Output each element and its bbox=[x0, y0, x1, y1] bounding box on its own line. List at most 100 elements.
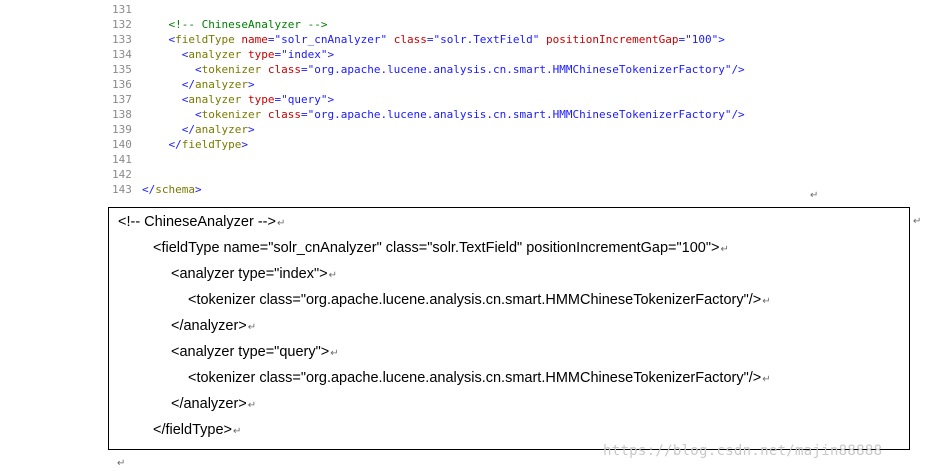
code-token: name bbox=[234, 33, 268, 46]
code-text-box: <!-- ChineseAnalyzer -->↵ <fieldType nam… bbox=[108, 207, 910, 450]
code-token: </ bbox=[142, 183, 156, 196]
code-text: </fieldType> bbox=[142, 138, 248, 151]
text-box-line: </analyzer>↵ bbox=[171, 396, 257, 412]
code-token: "org.apache.lucene.analysis.cn.smart.HMM… bbox=[307, 108, 732, 121]
code-line: 132 <!-- ChineseAnalyzer --> bbox=[112, 17, 327, 32]
code-token: class bbox=[261, 63, 301, 76]
paragraph-mark-icon: ↵ bbox=[328, 270, 337, 281]
line-number: 132 bbox=[112, 18, 132, 31]
code-token: = bbox=[300, 108, 308, 121]
paragraph-mark-icon: ↵ bbox=[762, 374, 771, 385]
line-number: 139 bbox=[112, 123, 132, 136]
paragraph-mark-icon: ↵ bbox=[720, 244, 729, 255]
paragraph-mark-icon: ↵ bbox=[247, 400, 257, 411]
code-line: 133 <fieldType name="solr_cnAnalyzer" cl… bbox=[112, 32, 725, 47]
code-token: "index" bbox=[281, 48, 328, 61]
watermark: https://blog.csdn.net/majin88888 bbox=[603, 443, 883, 459]
code-token: = bbox=[300, 63, 308, 76]
code-token: > bbox=[195, 183, 202, 196]
code-token: < bbox=[194, 63, 202, 76]
line-number: 135 bbox=[112, 63, 132, 76]
code-token: > bbox=[327, 48, 335, 61]
code-token: "solr.TextField" bbox=[433, 33, 540, 46]
paragraph-mark-icon: ↵ bbox=[810, 190, 819, 201]
paragraph-mark-icon: ↵ bbox=[913, 216, 922, 227]
paragraph-mark-icon: ↵ bbox=[247, 322, 257, 333]
code-token: "query" bbox=[281, 93, 328, 106]
code-token: > bbox=[327, 93, 335, 106]
code-line: 135 <tokenizer class="org.apache.lucene.… bbox=[112, 62, 745, 77]
code-token: > bbox=[247, 123, 255, 136]
code-line: 142 bbox=[112, 167, 142, 182]
code-token: positionIncrementGap bbox=[539, 33, 679, 46]
text-box-line: <analyzer type="index">↵ bbox=[171, 266, 337, 282]
code-token: fieldType bbox=[175, 33, 235, 46]
code-line: 138 <tokenizer class="org.apache.lucene.… bbox=[112, 107, 745, 122]
paragraph-mark-icon: ↵ bbox=[233, 426, 242, 437]
text-box-line: <tokenizer class="org.apache.lucene.anal… bbox=[188, 370, 771, 386]
code-token: > bbox=[241, 138, 248, 151]
paragraph-mark-icon: ↵ bbox=[330, 348, 339, 359]
line-number: 142 bbox=[112, 168, 132, 181]
code-text: </schema> bbox=[142, 183, 202, 196]
code-line: 137 <analyzer type="query"> bbox=[112, 92, 334, 107]
line-number: 133 bbox=[112, 33, 132, 46]
code-token: tokenizer bbox=[201, 108, 262, 121]
code-line: 140 </fieldType> bbox=[112, 137, 248, 152]
code-token: analyzer bbox=[195, 123, 248, 136]
code-token: analyzer bbox=[188, 48, 242, 61]
text-box-line: <tokenizer class="org.apache.lucene.anal… bbox=[188, 292, 771, 308]
code-token: </ bbox=[168, 138, 182, 151]
code-token: "100" bbox=[685, 33, 719, 46]
text-box-line: <analyzer type="query">↵ bbox=[171, 344, 339, 360]
code-token: <!-- ChineseAnalyzer --> bbox=[168, 18, 328, 31]
text-box-line: </analyzer>↵ bbox=[171, 318, 257, 334]
line-number: 141 bbox=[112, 153, 132, 166]
code-token: fieldType bbox=[181, 138, 242, 151]
code-token: /> bbox=[731, 63, 745, 76]
code-token: "org.apache.lucene.analysis.cn.smart.HMM… bbox=[307, 63, 732, 76]
line-number: 138 bbox=[112, 108, 132, 121]
code-token: /> bbox=[731, 108, 745, 121]
text-box-line: <fieldType name="solr_cnAnalyzer" class=… bbox=[153, 240, 729, 256]
code-token: tokenizer bbox=[201, 63, 262, 76]
line-number: 140 bbox=[112, 138, 132, 151]
code-token: class bbox=[387, 33, 427, 46]
paragraph-mark-icon: ↵ bbox=[117, 458, 126, 469]
code-text: <analyzer type="query"> bbox=[142, 93, 334, 106]
code-line: 139 </analyzer> bbox=[112, 122, 255, 137]
line-number: 137 bbox=[112, 93, 132, 106]
code-token: "solr_cnAnalyzer" bbox=[274, 33, 388, 46]
code-token: class bbox=[261, 108, 301, 121]
code-token: > bbox=[247, 78, 255, 91]
line-number: 131 bbox=[112, 3, 132, 16]
code-text: </analyzer> bbox=[142, 123, 255, 136]
code-text: <tokenizer class="org.apache.lucene.anal… bbox=[142, 63, 745, 76]
code-line: 141 bbox=[112, 152, 142, 167]
code-token: > bbox=[718, 33, 725, 46]
line-number: 134 bbox=[112, 48, 132, 61]
paragraph-mark-icon: ↵ bbox=[276, 218, 286, 229]
code-token: type bbox=[241, 48, 275, 61]
code-token: analyzer bbox=[195, 78, 248, 91]
code-editor: 131 132 <!-- ChineseAnalyzer --> 133 <fi… bbox=[112, 2, 812, 202]
code-line: 131 bbox=[112, 2, 142, 17]
code-token: type bbox=[241, 93, 275, 106]
paragraph-mark-icon: ↵ bbox=[762, 296, 771, 307]
line-number: 136 bbox=[112, 78, 132, 91]
code-line: 143 </schema> bbox=[112, 182, 202, 197]
code-token: schema bbox=[155, 183, 195, 196]
code-line: 136 </analyzer> bbox=[112, 77, 255, 92]
line-number: 143 bbox=[112, 183, 132, 196]
code-text: <fieldType name="solr_cnAnalyzer" class=… bbox=[142, 33, 725, 46]
text-box-line: </fieldType>↵ bbox=[153, 422, 242, 438]
code-line: 134 <analyzer type="index"> bbox=[112, 47, 334, 62]
text-box-line: <!-- ChineseAnalyzer -->↵ bbox=[118, 214, 286, 230]
